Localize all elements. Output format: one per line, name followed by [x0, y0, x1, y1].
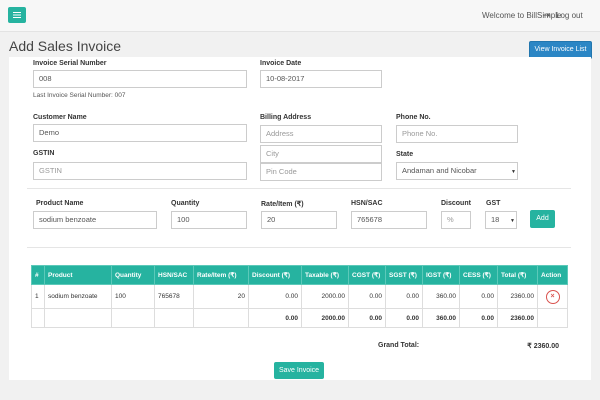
column-header: Taxable (₹): [301, 265, 349, 285]
column-header: Discount (₹): [248, 265, 302, 285]
row-sgst: 0.00: [385, 284, 423, 309]
grand-total-label: Grand Total:: [378, 342, 420, 349]
column-header: IGST (₹): [422, 265, 460, 285]
row-product: sodium benzoate: [44, 284, 112, 309]
phone-label: Phone No.: [396, 114, 431, 121]
state-select[interactable]: Andaman and Nicobar: [396, 162, 518, 180]
menu-toggle-button[interactable]: [8, 7, 26, 23]
pin-code-input[interactable]: Pin Code: [260, 163, 382, 181]
row-hsn: 765678: [154, 284, 194, 309]
save-invoice-button[interactable]: Save Invoice: [274, 362, 324, 379]
column-header: Rate/Item (₹): [193, 265, 249, 285]
table-header-row: # Product Quantity HSN/SAC Rate/Item (₹)…: [31, 265, 568, 285]
add-item-button[interactable]: Add: [530, 210, 555, 228]
gst-label: GST: [486, 200, 501, 207]
invoice-date-label: Invoice Date: [260, 60, 302, 67]
divider: [27, 247, 571, 248]
last-serial-note: Last Invoice Serial Number: 007: [33, 92, 126, 99]
row-igst: 360.00: [422, 284, 460, 309]
row-discount: 0.00: [248, 284, 302, 309]
hsn-input[interactable]: 765678: [351, 211, 427, 229]
billing-address-input[interactable]: Address: [260, 125, 382, 143]
serial-number-label: Invoice Serial Number: [33, 60, 107, 67]
total-amount: 2360.00: [497, 308, 538, 328]
column-header: #: [31, 265, 45, 285]
grand-total-value: ₹ 2360.00: [527, 343, 559, 350]
row-quantity: 100: [111, 284, 155, 309]
total-sgst: 0.00: [385, 308, 423, 328]
close-icon: ×: [550, 292, 555, 300]
customer-name-label: Customer Name: [33, 114, 87, 121]
discount-input[interactable]: %: [441, 211, 471, 229]
row-action: ×: [537, 284, 568, 309]
row-number: 1: [31, 284, 45, 309]
column-header: HSN/SAC: [154, 265, 194, 285]
column-header: Quantity: [111, 265, 155, 285]
total-discount: 0.00: [248, 308, 302, 328]
quantity-label: Quantity: [171, 200, 200, 207]
billing-address-label: Billing Address: [260, 114, 312, 121]
gstin-input[interactable]: GSTIN: [33, 162, 247, 180]
customer-name-input[interactable]: Demo: [33, 124, 247, 142]
top-navbar: Welcome to BillSimple ⇥ Log out: [0, 0, 600, 32]
column-header: CGST (₹): [348, 265, 386, 285]
chevron-down-icon: ▼: [511, 169, 516, 175]
product-name-input[interactable]: sodium benzoate: [33, 211, 157, 229]
invoice-items-table: # Product Quantity HSN/SAC Rate/Item (₹)…: [31, 265, 568, 328]
page-title: Add Sales Invoice: [9, 38, 122, 54]
discount-label: Discount: [441, 200, 471, 207]
column-header: Total (₹): [497, 265, 538, 285]
gstin-label: GSTIN: [33, 150, 55, 157]
phone-input[interactable]: Phone No.: [396, 125, 518, 143]
total-igst: 360.00: [422, 308, 460, 328]
row-cess: 0.00: [459, 284, 498, 309]
row-cgst: 0.00: [348, 284, 386, 309]
chevron-down-icon: ▼: [510, 218, 515, 224]
column-header: CESS (₹): [459, 265, 498, 285]
row-rate: 20: [193, 284, 249, 309]
table-row: 1 sodium benzoate 100 765678 20 0.00 200…: [31, 284, 568, 309]
invoice-date-input[interactable]: 10-08-2017: [260, 70, 382, 88]
product-name-label: Product Name: [36, 200, 84, 207]
delete-row-button[interactable]: ×: [545, 289, 560, 304]
row-taxable: 2000.00: [301, 284, 349, 309]
total-cgst: 0.00: [348, 308, 386, 328]
rate-input[interactable]: 20: [261, 211, 337, 229]
logout-link[interactable]: Log out: [556, 11, 583, 20]
total-taxable: 2000.00: [301, 308, 349, 328]
column-header: SGST (₹): [385, 265, 423, 285]
logout-icon[interactable]: ⇥: [543, 10, 552, 20]
totals-row: 0.00 2000.00 0.00 0.00 360.00 0.00 2360.…: [31, 308, 568, 328]
serial-number-input[interactable]: 008: [33, 70, 247, 88]
city-input[interactable]: City: [260, 145, 382, 163]
divider: [27, 188, 571, 189]
quantity-input[interactable]: 100: [171, 211, 247, 229]
row-total: 2360.00: [497, 284, 538, 309]
rate-label: Rate/Item (₹): [261, 201, 304, 208]
state-label: State: [396, 151, 414, 158]
hamburger-icon: [13, 12, 21, 18]
total-cess: 0.00: [459, 308, 498, 328]
column-header: Action: [537, 265, 568, 285]
hsn-label: HSN/SAC: [351, 200, 383, 207]
column-header: Product: [44, 265, 112, 285]
